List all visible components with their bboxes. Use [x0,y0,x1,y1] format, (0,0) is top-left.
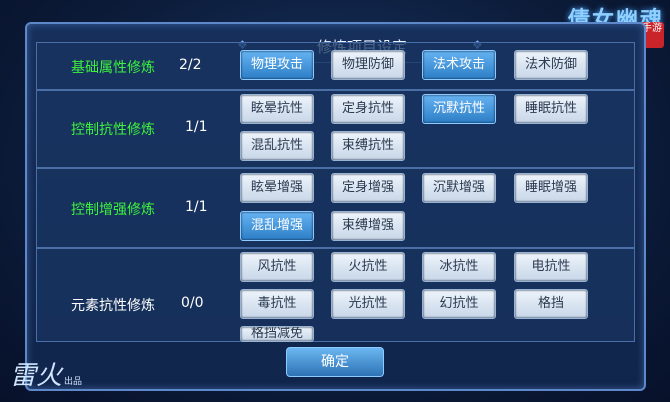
option-fire-resistance[interactable]: 火抗性 [331,252,405,282]
option-immobilize-enhance[interactable]: 定身增强 [331,173,405,203]
row-label: 控制增强修炼 [71,202,155,218]
publisher-name: 雷火 [10,361,63,391]
row-label: 元素抗性修炼 [71,298,155,314]
row-label: 基础属性修炼 [71,60,155,76]
option-silence-enhance[interactable]: 沉默增强 [422,173,496,203]
option-lightning-resistance[interactable]: 电抗性 [514,252,588,282]
option-physical-attack[interactable]: 物理攻击 [240,50,314,80]
row-count: 2/2 [179,57,202,73]
option-confusion-enhance[interactable]: 混乱增强 [240,211,314,241]
option-physical-defense[interactable]: 物理防御 [331,50,405,80]
option-magic-defense[interactable]: 法术防御 [514,50,588,80]
row-count: 0/0 [181,295,204,311]
option-block[interactable]: 格挡 [514,289,588,319]
option-stun-resistance[interactable]: 眩晕抗性 [240,94,314,124]
option-light-resistance[interactable]: 光抗性 [331,289,405,319]
option-poison-resistance[interactable]: 毒抗性 [240,289,314,319]
row-label: 控制抗性修炼 [71,122,155,138]
publisher-sub: 出品 [64,377,83,387]
confirm-button[interactable]: 确定 [286,347,384,377]
option-sleep-resistance[interactable]: 睡眠抗性 [514,94,588,124]
option-stun-enhance[interactable]: 眩晕增强 [240,173,314,203]
option-sleep-enhance[interactable]: 睡眠增强 [514,173,588,203]
option-bind-resistance[interactable]: 束缚抗性 [331,131,405,161]
option-illusion-resistance[interactable]: 幻抗性 [422,289,496,319]
option-silence-resistance[interactable]: 沉默抗性 [422,94,496,124]
option-wind-resistance[interactable]: 风抗性 [240,252,314,282]
option-magic-attack[interactable]: 法术攻击 [422,50,496,80]
option-block-reduction[interactable]: 格挡减免 [240,326,314,342]
option-confusion-resistance[interactable]: 混乱抗性 [240,131,314,161]
option-immobilize-resistance[interactable]: 定身抗性 [331,94,405,124]
option-ice-resistance[interactable]: 冰抗性 [422,252,496,282]
publisher-logo: 雷火 出品 [10,355,82,392]
row-count: 1/1 [185,119,208,135]
row-count: 1/1 [185,199,208,215]
option-bind-enhance[interactable]: 束缚增强 [331,211,405,241]
